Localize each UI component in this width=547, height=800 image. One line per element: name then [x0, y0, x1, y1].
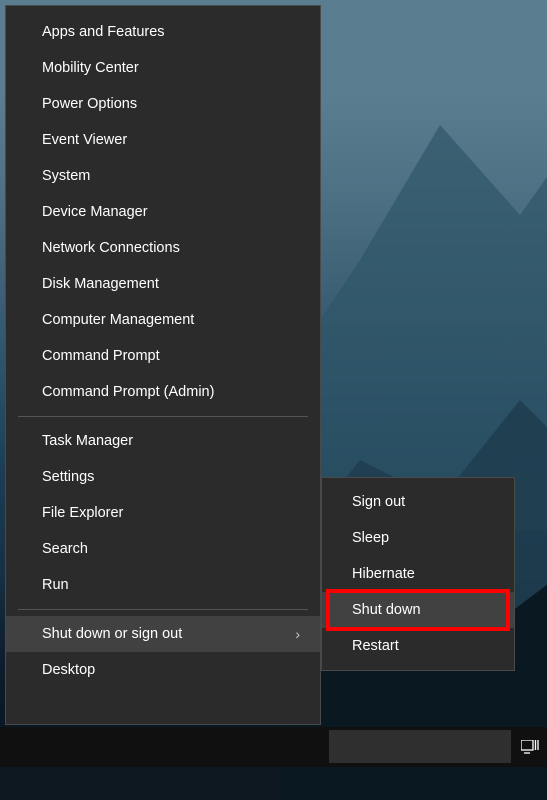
menu-item-label: Disk Management: [42, 276, 159, 292]
submenu-item-restart[interactable]: Restart: [322, 628, 514, 664]
menu-item-power-options[interactable]: Power Options: [6, 86, 320, 122]
menu-item-shutdown-signout[interactable]: Shut down or sign out ›: [6, 616, 320, 652]
menu-item-file-explorer[interactable]: File Explorer: [6, 495, 320, 531]
submenu-item-sign-out[interactable]: Sign out: [322, 484, 514, 520]
menu-item-desktop[interactable]: Desktop: [6, 652, 320, 688]
menu-item-label: Event Viewer: [42, 132, 127, 148]
menu-separator: [18, 416, 308, 417]
menu-item-label: Power Options: [42, 96, 137, 112]
menu-item-device-manager[interactable]: Device Manager: [6, 194, 320, 230]
shutdown-submenu: Sign out Sleep Hibernate Shut down Restart: [321, 477, 515, 671]
menu-item-label: Shut down or sign out: [42, 626, 182, 642]
menu-item-label: Run: [42, 577, 69, 593]
menu-item-mobility-center[interactable]: Mobility Center: [6, 50, 320, 86]
menu-item-label: System: [42, 168, 90, 184]
chevron-right-icon: ›: [295, 626, 300, 642]
menu-item-label: Desktop: [42, 662, 95, 678]
menu-item-label: Settings: [42, 469, 94, 485]
menu-item-label: Search: [42, 541, 88, 557]
menu-item-command-prompt[interactable]: Command Prompt: [6, 338, 320, 374]
submenu-item-hibernate[interactable]: Hibernate: [322, 556, 514, 592]
menu-item-search[interactable]: Search: [6, 531, 320, 567]
submenu-item-label: Hibernate: [352, 566, 415, 582]
submenu-item-sleep[interactable]: Sleep: [322, 520, 514, 556]
menu-separator: [18, 609, 308, 610]
menu-item-disk-management[interactable]: Disk Management: [6, 266, 320, 302]
task-view-icon[interactable]: [513, 727, 547, 767]
menu-item-task-manager[interactable]: Task Manager: [6, 423, 320, 459]
menu-item-label: Command Prompt (Admin): [42, 384, 214, 400]
menu-item-apps-and-features[interactable]: Apps and Features: [6, 14, 320, 50]
menu-item-run[interactable]: Run: [6, 567, 320, 603]
menu-item-computer-management[interactable]: Computer Management: [6, 302, 320, 338]
menu-item-label: Network Connections: [42, 240, 180, 256]
menu-item-label: Device Manager: [42, 204, 148, 220]
submenu-item-label: Sleep: [352, 530, 389, 546]
menu-item-label: Mobility Center: [42, 60, 139, 76]
menu-item-label: Computer Management: [42, 312, 194, 328]
submenu-item-label: Restart: [352, 638, 399, 654]
menu-item-command-prompt-admin[interactable]: Command Prompt (Admin): [6, 374, 320, 410]
menu-item-settings[interactable]: Settings: [6, 459, 320, 495]
taskbar: [0, 727, 547, 767]
menu-item-label: File Explorer: [42, 505, 123, 521]
menu-item-system[interactable]: System: [6, 158, 320, 194]
submenu-item-label: Sign out: [352, 494, 405, 510]
submenu-item-shut-down[interactable]: Shut down: [322, 592, 514, 628]
menu-item-label: Task Manager: [42, 433, 133, 449]
submenu-item-label: Shut down: [352, 602, 421, 618]
taskbar-search-box[interactable]: [329, 730, 511, 763]
menu-item-event-viewer[interactable]: Event Viewer: [6, 122, 320, 158]
menu-item-network-connections[interactable]: Network Connections: [6, 230, 320, 266]
menu-item-label: Command Prompt: [42, 348, 160, 364]
menu-item-label: Apps and Features: [42, 24, 165, 40]
winx-context-menu: Apps and Features Mobility Center Power Op…: [5, 5, 321, 725]
